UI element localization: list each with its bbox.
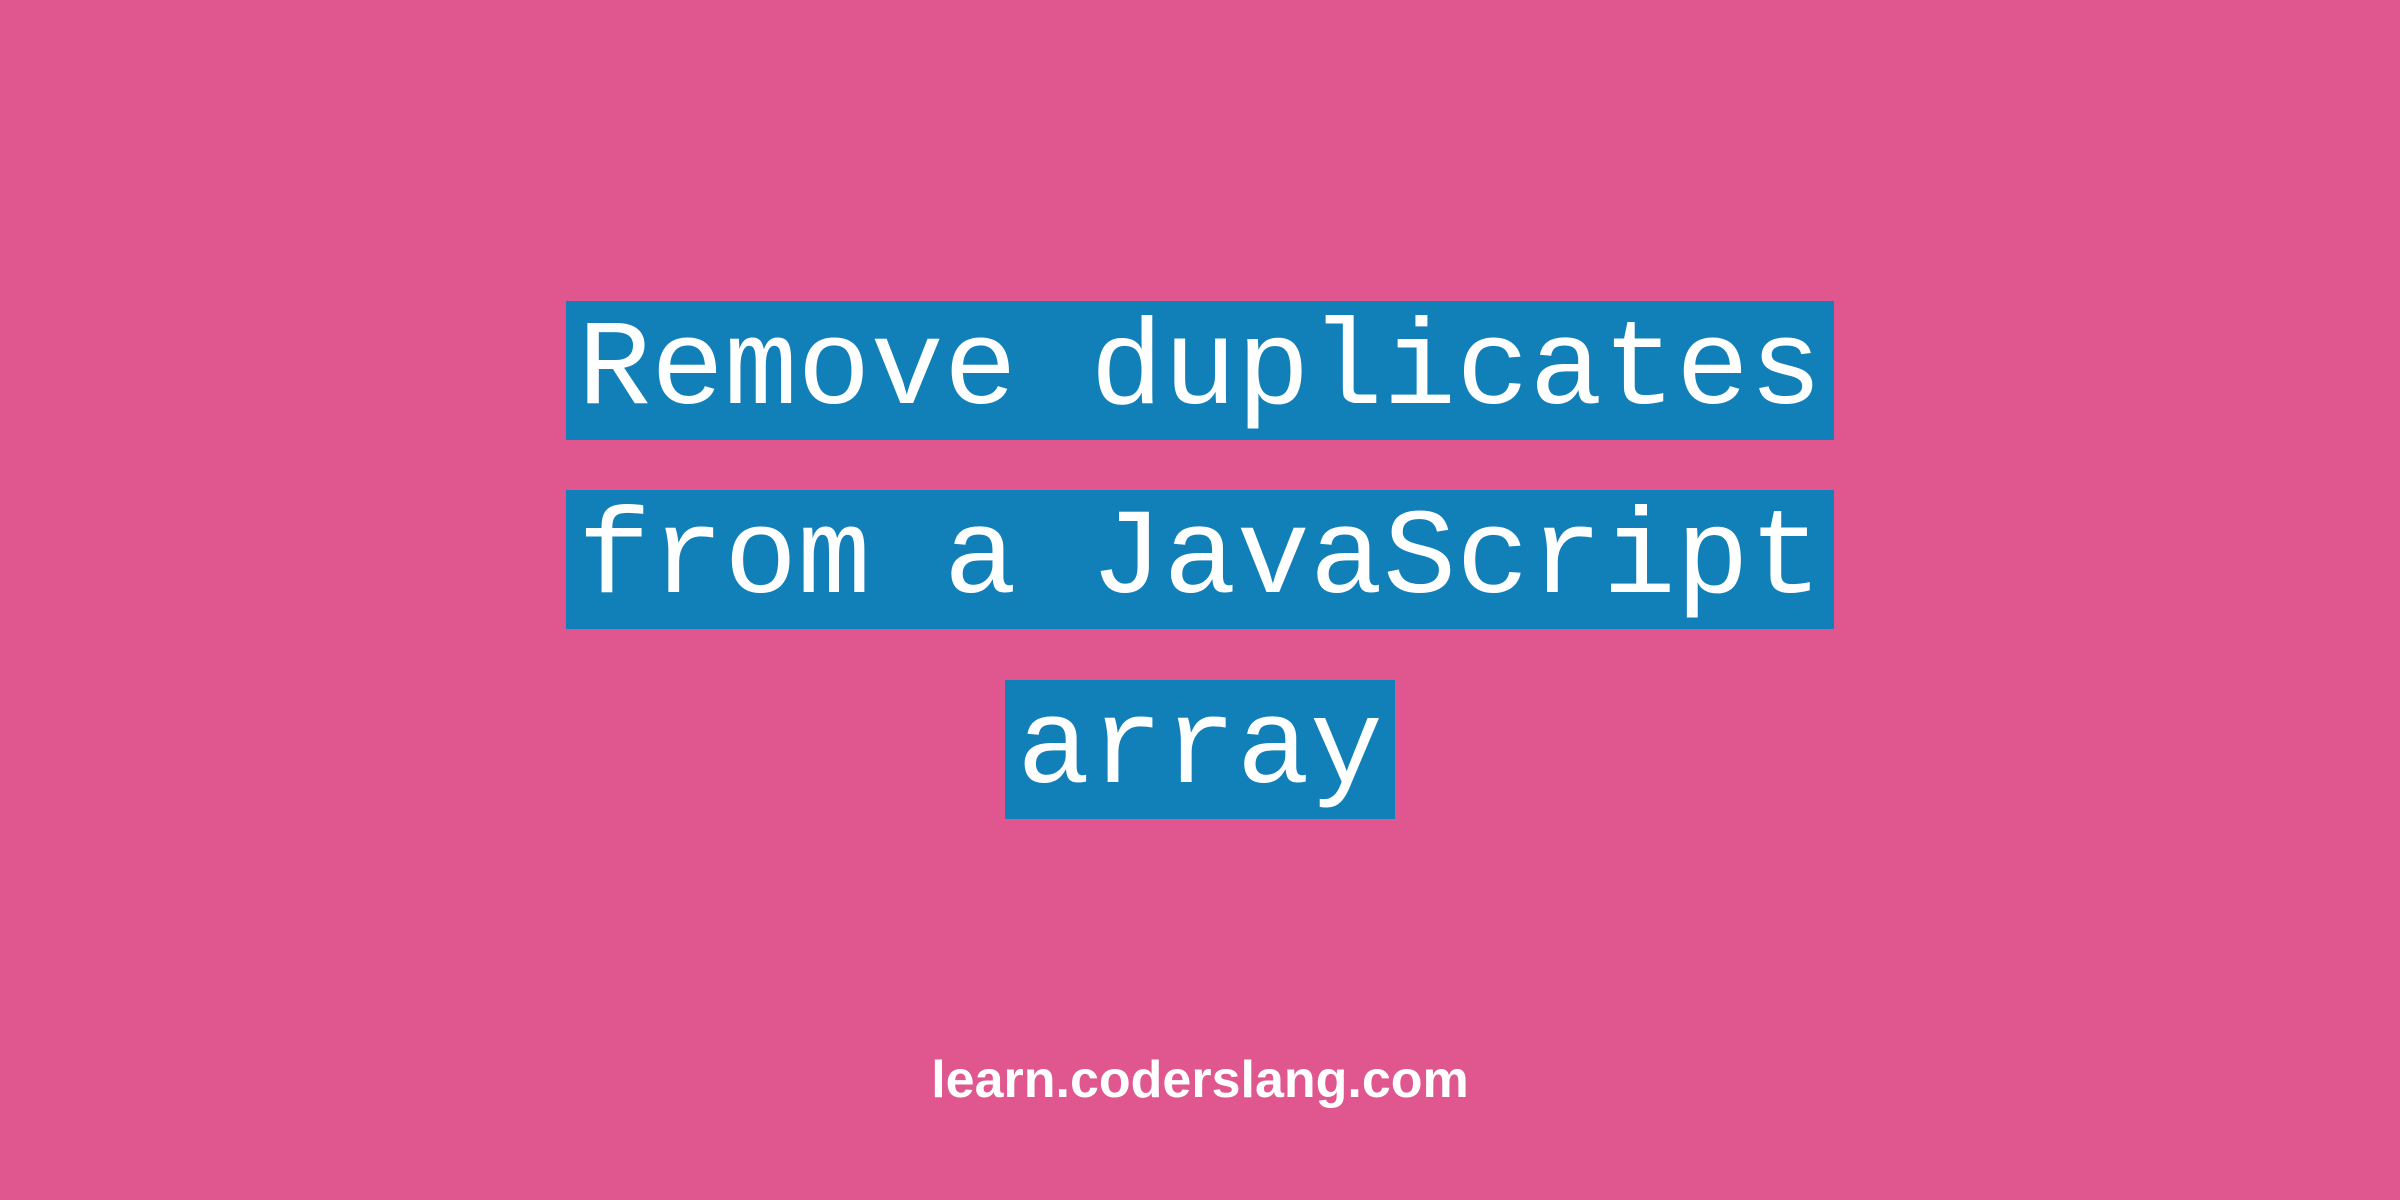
page-title: Remove duplicates from a JavaScript arra… xyxy=(566,276,1835,843)
title-line-1: Remove duplicates xyxy=(566,301,1835,440)
title-line-3: array xyxy=(1005,680,1395,819)
title-line-2: from a JavaScript xyxy=(566,490,1835,629)
footer-url: learn.coderslang.com xyxy=(0,1050,2400,1110)
